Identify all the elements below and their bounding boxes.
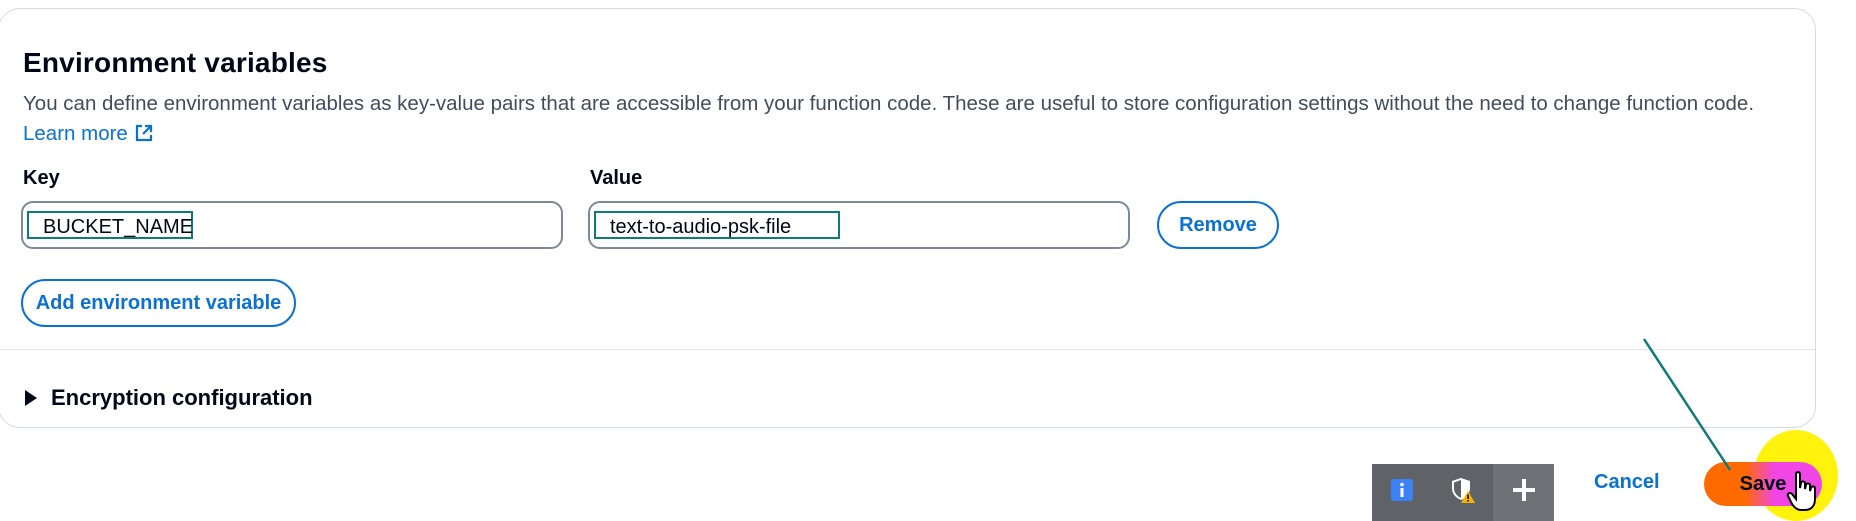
description-text: You can define environment variables as … <box>23 92 1755 115</box>
value-label: Value <box>590 167 643 189</box>
learn-more-link[interactable]: Learn more <box>23 122 154 145</box>
key-label: Key <box>23 167 60 189</box>
divider <box>0 349 1815 350</box>
add-environment-variable-button[interactable]: Add environment variable <box>21 279 296 327</box>
environment-variables-panel: Environment variables You can define env… <box>0 8 1816 428</box>
info-button[interactable] <box>1372 464 1433 521</box>
encryption-configuration-toggle[interactable]: Encryption configuration <box>25 385 313 411</box>
plus-icon <box>1511 477 1537 508</box>
info-icon <box>1390 478 1414 507</box>
learn-more-label: Learn more <box>23 122 128 145</box>
remove-button[interactable]: Remove <box>1157 201 1279 249</box>
add-button[interactable] <box>1493 464 1555 521</box>
hand-cursor-icon <box>1786 471 1816 511</box>
value-input[interactable]: text-to-audio-psk-file <box>588 201 1130 249</box>
value-input-value: text-to-audio-psk-file <box>594 211 840 239</box>
key-input[interactable]: BUCKET_NAME <box>21 201 563 249</box>
caret-right-icon <box>25 390 37 406</box>
key-input-value: BUCKET_NAME <box>27 211 193 239</box>
encryption-configuration-label: Encryption configuration <box>51 385 313 410</box>
shield-warning-icon <box>1449 476 1477 509</box>
section-description: You can define environment variables as … <box>23 89 1793 152</box>
security-button[interactable] <box>1433 464 1494 521</box>
floating-toolbar <box>1372 464 1555 521</box>
cancel-button[interactable]: Cancel <box>1594 471 1660 494</box>
section-title: Environment variables <box>23 47 328 78</box>
external-link-icon <box>134 122 154 152</box>
